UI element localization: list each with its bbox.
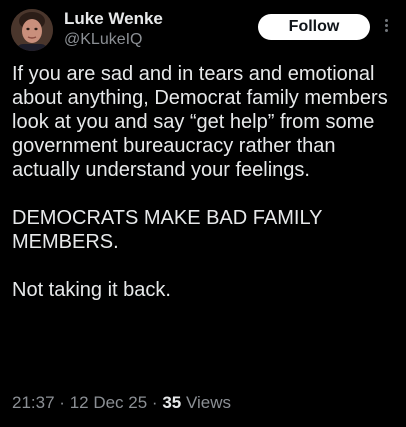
tweet-text: If you are sad and in tears and emotiona… xyxy=(12,62,396,302)
more-dot xyxy=(384,19,388,22)
tweet-date[interactable]: 12 Dec 25 xyxy=(70,393,148,412)
tweet-paragraph: Not taking it back. xyxy=(12,279,171,301)
avatar[interactable] xyxy=(11,9,53,51)
tweet-time[interactable]: 21:37 xyxy=(12,393,55,412)
tweet-meta: 21:37 · 12 Dec 25 · 35 Views xyxy=(12,393,231,413)
author-name[interactable]: Luke Wenke xyxy=(64,9,163,29)
author-handle[interactable]: @KLukeIQ xyxy=(64,31,143,49)
views-count[interactable]: 35 xyxy=(162,393,181,412)
meta-separator: · xyxy=(59,393,65,412)
more-dot xyxy=(384,29,388,32)
tweet-paragraph: If you are sad and in tears and emotiona… xyxy=(12,63,388,181)
views-label[interactable]: Views xyxy=(186,393,231,412)
tweet-paragraph: DEMOCRATS MAKE BAD FAMILY MEMBERS. xyxy=(12,207,323,253)
meta-separator: · xyxy=(151,393,158,412)
tweet-header: Luke Wenke @KLukeIQ Follow xyxy=(0,0,406,60)
follow-button[interactable]: Follow xyxy=(258,14,370,40)
avatar-image xyxy=(11,9,53,51)
more-dot xyxy=(384,24,388,27)
more-vertical-icon[interactable] xyxy=(379,17,393,37)
